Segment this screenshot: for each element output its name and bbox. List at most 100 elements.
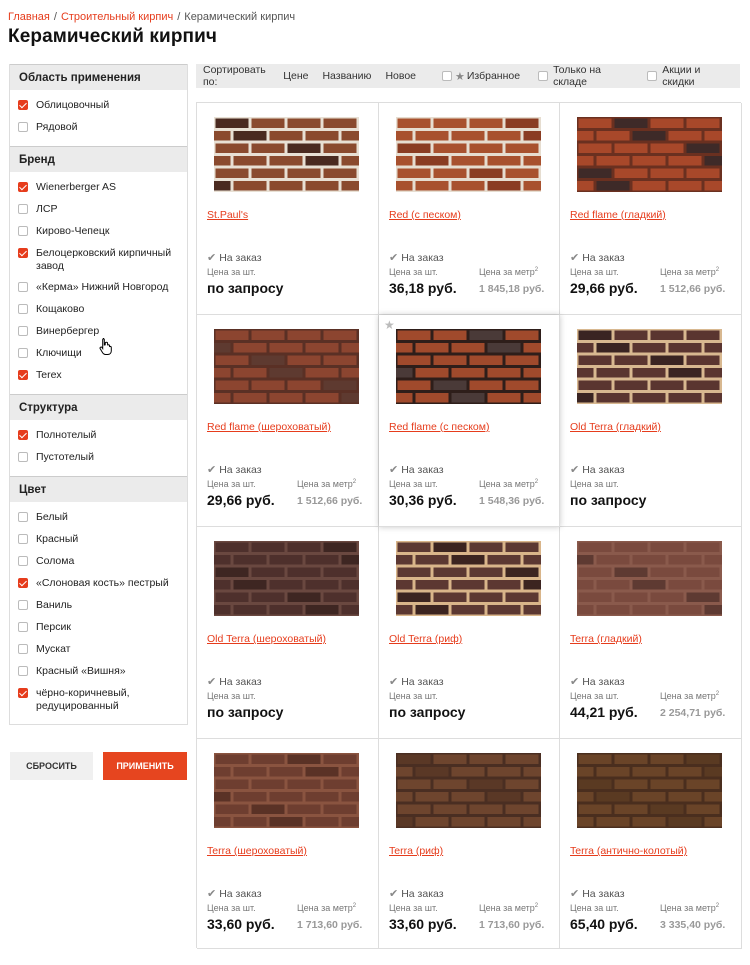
product-image[interactable] [396,753,541,828]
breadcrumb-building-brick[interactable]: Строительный кирпич [61,11,173,23]
price-m2-label-text: Цена за метр [660,267,716,277]
checkbox-icon[interactable] [18,644,28,654]
product-image[interactable] [396,117,541,192]
product-image[interactable] [577,753,722,828]
filter-option[interactable]: Кирово-Чепецк [10,221,187,243]
checkbox-checked-icon[interactable] [18,430,28,440]
checkbox-icon[interactable] [18,534,28,544]
checkbox-icon[interactable] [18,304,28,314]
filter-option[interactable]: Красный «Вишня» [10,661,187,683]
filter-option[interactable]: «Керма» Нижний Новгород [10,277,187,299]
filter-option[interactable]: «Слоновая кость» пестрый [10,573,187,595]
product-image[interactable] [396,541,541,616]
filter-option[interactable]: Белый [10,507,187,529]
product-name-link[interactable]: Red flame (гладкий) [570,209,666,221]
product-card[interactable]: Old Terra (шероховатый) ✔ На заказ Цена за … [197,527,379,739]
filter-option[interactable]: Ваниль [10,595,187,617]
price-m2-label: Цена за метр2 [660,691,719,701]
product-image[interactable] [214,541,359,616]
product-name-link[interactable]: Old Terra (риф) [389,633,462,645]
sort-by-price[interactable]: Цене [283,70,308,82]
product-card[interactable]: St.Paul's ✔ На заказ Цена за шт. по запросу [197,103,379,315]
star-icon[interactable]: ★ [384,318,395,332]
filter-option-label: Ключищи [36,347,82,359]
availability-label: На заказ [219,251,262,264]
checkbox-icon[interactable] [18,204,28,214]
product-image[interactable] [214,117,359,192]
product-name-link[interactable]: Terra (риф) [389,845,443,857]
apply-button[interactable]: ПРИМЕНИТЬ [103,752,187,780]
checkbox-icon[interactable] [18,282,28,292]
checkbox-checked-icon[interactable] [18,100,28,110]
filter-option[interactable]: Пустотелый [10,447,187,469]
sort-by-new[interactable]: Новое [385,70,416,82]
checkbox-checked-icon[interactable] [18,182,28,192]
checkbox-icon[interactable] [18,348,28,358]
checkbox-icon[interactable] [18,666,28,676]
checkbox-icon[interactable] [18,556,28,566]
breadcrumb-home[interactable]: Главная [8,11,50,23]
filter-option[interactable]: Мускат [10,639,187,661]
product-name-link[interactable]: Terra (антично-колотый) [570,845,687,857]
checkbox-icon[interactable] [18,600,28,610]
checkbox-icon[interactable] [18,226,28,236]
checkbox-checked-icon[interactable] [18,578,28,588]
filter-option[interactable]: чёрно-коричневый, редуцированный [10,683,187,717]
filter-option-label: чёрно-коричневый, редуцированный [36,687,130,712]
checkbox-icon[interactable] [18,122,28,132]
filter-option[interactable]: Белоцерковский кирпичный завод [10,243,187,277]
filter-option[interactable]: Рядовой [10,117,187,139]
filter-option[interactable]: ЛСР [10,199,187,221]
filter-option[interactable]: Полнотелый [10,425,187,447]
filter-option-label: Рядовой [36,121,78,133]
filter-option[interactable]: Terex [10,365,187,387]
filter-option[interactable]: Кощаково [10,299,187,321]
price-unit-label: Цена за шт. [570,691,619,701]
product-name-link[interactable]: Red flame (шероховатый) [207,421,331,433]
checkbox-icon[interactable] [18,326,28,336]
product-card[interactable]: Old Terra (гладкий) ✔ На заказ Цена за шт. п… [560,315,742,527]
checkbox-icon[interactable] [18,512,28,522]
checkbox-icon[interactable] [538,71,549,81]
product-image[interactable] [577,329,722,404]
checkbox-icon[interactable] [18,622,28,632]
sales-filter[interactable]: Акции и скидки [647,64,728,88]
filter-option[interactable]: Облицовочный [10,95,187,117]
product-card[interactable]: Red flame (гладкий) ✔ На заказ Цена за шт. Ц… [560,103,742,315]
product-name-link[interactable]: Old Terra (гладкий) [570,421,661,433]
product-card[interactable]: Red flame (шероховатый) ✔ На заказ Цена за … [197,315,379,527]
filter-option[interactable]: Wienerberger AS [10,177,187,199]
sort-by-name[interactable]: Названию [322,70,371,82]
checkbox-icon[interactable] [18,452,28,462]
product-card[interactable]: Terra (антично-колотый) ✔ На заказ Цена за … [560,739,742,949]
product-name-link[interactable]: Terra (шероховатый) [207,845,307,857]
checkbox-icon[interactable] [442,71,452,81]
product-image[interactable] [577,117,722,192]
product-card[interactable]: Terra (риф) ✔ На заказ Цена за шт. Цена за м… [379,739,560,949]
filter-option[interactable]: Красный [10,529,187,551]
checkbox-checked-icon[interactable] [18,688,28,698]
product-card[interactable]: Old Terra (риф) ✔ На заказ Цена за шт. по за… [379,527,560,739]
product-card[interactable]: Terra (шероховатый) ✔ На заказ Цена за шт. Ц… [197,739,379,949]
reset-button[interactable]: СБРОСИТЬ [10,752,93,780]
availability-label: На заказ [219,463,262,476]
filter-option[interactable]: Солома [10,551,187,573]
checkbox-icon[interactable] [647,71,658,81]
checkbox-checked-icon[interactable] [18,370,28,380]
product-name-link[interactable]: Red flame (с песком) [389,421,489,433]
product-card[interactable]: ★ Red flame (с песком) ✔ На заказ Цена за шт… [379,315,560,527]
product-name-link[interactable]: St.Paul's [207,209,248,221]
product-image[interactable] [396,329,541,404]
product-image[interactable] [214,329,359,404]
filter-option[interactable]: Персик [10,617,187,639]
product-image[interactable] [214,753,359,828]
in-stock-filter[interactable]: Только на складе [538,64,629,88]
product-name-link[interactable]: Old Terra (шероховатый) [207,633,326,645]
product-name-link[interactable]: Terra (гладкий) [570,633,642,645]
product-card[interactable]: Red (с песком) ✔ На заказ Цена за шт. Цена з… [379,103,560,315]
favorites-filter[interactable]: ★ Избранное [442,70,520,83]
product-name-link[interactable]: Red (с песком) [389,209,461,221]
product-card[interactable]: Terra (гладкий) ✔ На заказ Цена за шт. Цена … [560,527,742,739]
product-image[interactable] [577,541,722,616]
checkbox-checked-icon[interactable] [18,248,28,258]
